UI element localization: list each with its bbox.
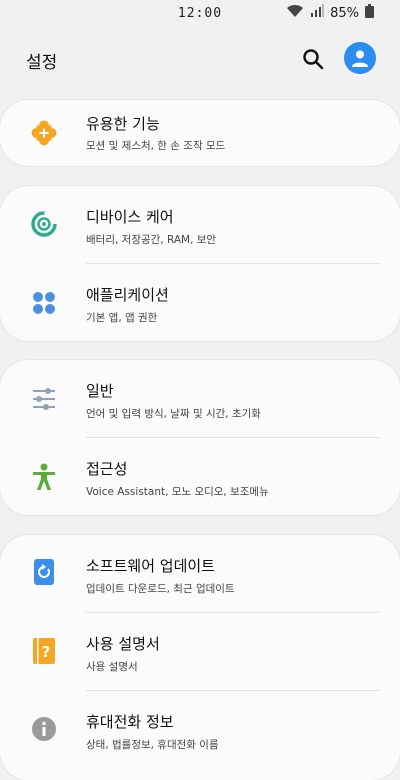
page-title: 설정 [26, 53, 58, 73]
battery-icon [365, 4, 374, 22]
svg-text:?: ? [42, 643, 51, 661]
sliders-icon [30, 385, 58, 413]
item-subtitle: 언어 및 입력 방식, 날짜 및 시간, 초기화 [86, 408, 261, 420]
item-title: 휴대전화 정보 [86, 713, 174, 731]
person-icon [352, 50, 368, 67]
status-icons: 85% [286, 4, 374, 22]
menu-item-phone-info[interactable]: 휴대전화 정보 상태, 법률정보, 휴대전화 이름 [0, 691, 400, 769]
item-subtitle: 상태, 법률정보, 휴대전화 이름 [86, 739, 219, 751]
status-bar: 12:00 85% [0, 0, 400, 28]
card-general: 일반 언어 및 입력 방식, 날짜 및 시간, 초기화 접근성 Voice As… [0, 360, 400, 515]
software-update-icon [30, 558, 58, 586]
card-useful-features: 유용한 기능 모션 및 제스처, 한 손 조작 모드 [0, 100, 400, 166]
menu-item-useful-features[interactable]: 유용한 기능 모션 및 제스처, 한 손 조작 모드 [0, 100, 400, 166]
wifi-icon [286, 4, 304, 22]
item-subtitle: 사용 설명서 [86, 661, 138, 673]
apps-grid-icon [30, 289, 58, 317]
card-device: 디바이스 케어 배터리, 저장공간, RAM, 보안 애플리케이션 기본 앱, … [0, 186, 400, 341]
device-care-icon [30, 210, 58, 238]
menu-item-software-update[interactable]: 소프트웨어 업데이트 업데이트 다운로드, 최근 업데이트 [0, 535, 400, 613]
item-subtitle: 업데이트 다운로드, 최근 업데이트 [86, 583, 235, 595]
item-title: 디바이스 케어 [86, 208, 174, 226]
item-title: 일반 [86, 382, 114, 400]
item-title: 사용 설명서 [86, 635, 160, 653]
item-title: 유용한 기능 [86, 115, 160, 133]
card-support: 소프트웨어 업데이트 업데이트 다운로드, 최근 업데이트 ? 사용 설명서 사… [0, 535, 400, 780]
battery-percent: 85% [330, 5, 359, 21]
info-icon [30, 715, 58, 743]
item-subtitle: 모션 및 제스처, 한 손 조작 모드 [86, 140, 226, 152]
menu-item-general[interactable]: 일반 언어 및 입력 방식, 날짜 및 시간, 초기화 [0, 360, 400, 438]
menu-item-accessibility[interactable]: 접근성 Voice Assistant, 모노 오디오, 보조메뉴 [0, 438, 400, 516]
item-subtitle: 기본 앱, 앱 권한 [86, 312, 158, 324]
profile-avatar-button[interactable] [344, 42, 376, 74]
item-subtitle: Voice Assistant, 모노 오디오, 보조메뉴 [86, 486, 269, 498]
menu-item-device-care[interactable]: 디바이스 케어 배터리, 저장공간, RAM, 보안 [0, 186, 400, 264]
manual-book-icon: ? [30, 637, 58, 665]
accessibility-person-icon [30, 463, 58, 491]
item-subtitle: 배터리, 저장공간, RAM, 보안 [86, 234, 217, 246]
signal-icon [310, 4, 325, 22]
search-button[interactable] [298, 44, 328, 74]
menu-item-user-manual[interactable]: ? 사용 설명서 사용 설명서 [0, 613, 400, 691]
header: 설정 [0, 30, 400, 90]
item-title: 소프트웨어 업데이트 [86, 557, 215, 575]
search-icon [303, 49, 324, 70]
menu-item-applications[interactable]: 애플리케이션 기본 앱, 앱 권한 [0, 264, 400, 342]
item-title: 애플리케이션 [86, 286, 169, 304]
puzzle-plus-icon [30, 119, 58, 147]
item-title: 접근성 [86, 460, 128, 478]
